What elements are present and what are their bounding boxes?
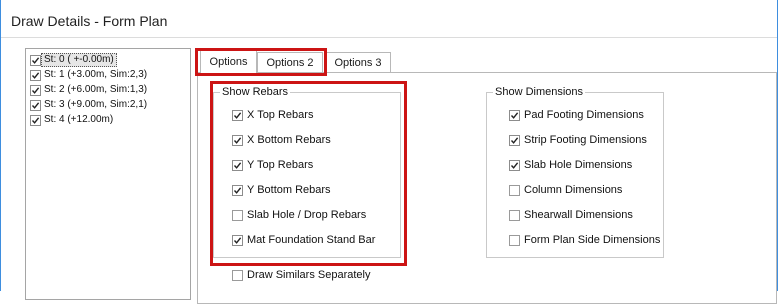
option-label: Form Plan Side Dimensions bbox=[524, 234, 661, 246]
checkbox-checked-icon[interactable] bbox=[232, 134, 243, 146]
checkbox-checked-icon[interactable] bbox=[232, 184, 243, 196]
tab-options-2[interactable]: Options 2 bbox=[257, 52, 323, 72]
option-y-bottom-rebars[interactable]: Y Bottom Rebars bbox=[232, 183, 331, 197]
checkbox-unchecked-icon[interactable] bbox=[509, 184, 520, 196]
story-label: St: 3 (+9.00m, Sim:2,1) bbox=[44, 99, 148, 110]
story-item[interactable]: St: 1 (+3.00m, Sim:2,3) bbox=[30, 68, 188, 82]
checkbox-unchecked-icon[interactable] bbox=[509, 234, 520, 246]
story-item[interactable]: St: 0 ( +-0.00m) bbox=[30, 53, 188, 67]
checkbox-unchecked-icon[interactable] bbox=[509, 209, 520, 221]
checkbox-checked-icon[interactable] bbox=[30, 99, 41, 111]
option-label: Draw Similars Separately bbox=[247, 269, 371, 281]
option-slab-hole-drop-rebars[interactable]: Slab Hole / Drop Rebars bbox=[232, 208, 366, 222]
checkbox-checked-icon[interactable] bbox=[30, 84, 41, 96]
story-item[interactable]: St: 3 (+9.00m, Sim:2,1) bbox=[30, 98, 188, 112]
story-label: St: 1 (+3.00m, Sim:2,3) bbox=[44, 69, 148, 80]
option-label: Slab Hole / Drop Rebars bbox=[247, 209, 367, 221]
checkbox-checked-icon[interactable] bbox=[232, 234, 243, 246]
option-label: X Bottom Rebars bbox=[247, 134, 331, 146]
story-label: St: 4 (+12.00m) bbox=[44, 114, 114, 125]
checkbox-unchecked-icon[interactable] bbox=[232, 209, 243, 221]
checkbox-checked-icon[interactable] bbox=[509, 134, 520, 146]
checkbox-checked-icon[interactable] bbox=[30, 54, 41, 66]
option-label: Column Dimensions bbox=[524, 184, 623, 196]
checkbox-checked-icon[interactable] bbox=[30, 69, 41, 81]
checkbox-checked-icon[interactable] bbox=[232, 109, 243, 121]
option-column-dimensions[interactable]: Column Dimensions bbox=[509, 183, 622, 197]
checkbox-unchecked-icon[interactable] bbox=[232, 269, 243, 281]
dialog-window: Draw Details - Form Plan St: 0 ( +-0.00m… bbox=[0, 0, 778, 304]
story-label: St: 0 ( +-0.00m) bbox=[41, 53, 117, 67]
option-label: Strip Footing Dimensions bbox=[524, 134, 647, 146]
checkbox-checked-icon[interactable] bbox=[509, 159, 520, 171]
story-label: St: 2 (+6.00m, Sim:1,3) bbox=[44, 84, 148, 95]
checkbox-checked-icon[interactable] bbox=[30, 114, 41, 126]
option-y-top-rebars[interactable]: Y Top Rebars bbox=[232, 158, 313, 172]
option-label: X Top Rebars bbox=[247, 109, 314, 121]
tab-options[interactable]: Options bbox=[200, 50, 257, 73]
option-label: Shearwall Dimensions bbox=[524, 209, 633, 221]
option-label: Pad Footing Dimensions bbox=[524, 109, 644, 121]
title-divider bbox=[1, 37, 777, 38]
story-list[interactable]: St: 0 ( +-0.00m) St: 1 (+3.00m, Sim:2,3)… bbox=[25, 48, 191, 300]
option-label: Mat Foundation Stand Bar bbox=[247, 234, 376, 246]
show-rebars-title: Show Rebars bbox=[220, 86, 291, 98]
option-x-bottom-rebars[interactable]: X Bottom Rebars bbox=[232, 133, 331, 147]
option-form-plan-side-dimensions[interactable]: Form Plan Side Dimensions bbox=[509, 233, 660, 247]
option-pad-footing-dimensions[interactable]: Pad Footing Dimensions bbox=[509, 108, 644, 122]
show-dimensions-title: Show Dimensions bbox=[493, 86, 586, 98]
option-label: Y Top Rebars bbox=[247, 159, 314, 171]
option-draw-similars-separately[interactable]: Draw Similars Separately bbox=[232, 268, 370, 282]
option-slab-hole-dimensions[interactable]: Slab Hole Dimensions bbox=[509, 158, 632, 172]
option-shearwall-dimensions[interactable]: Shearwall Dimensions bbox=[509, 208, 633, 222]
checkbox-checked-icon[interactable] bbox=[509, 109, 520, 121]
story-item[interactable]: St: 2 (+6.00m, Sim:1,3) bbox=[30, 83, 188, 97]
option-label: Slab Hole Dimensions bbox=[524, 159, 633, 171]
tab-options-3[interactable]: Options 3 bbox=[325, 52, 391, 72]
option-x-top-rebars[interactable]: X Top Rebars bbox=[232, 108, 313, 122]
option-strip-footing-dimensions[interactable]: Strip Footing Dimensions bbox=[509, 133, 647, 147]
option-label: Y Bottom Rebars bbox=[247, 184, 331, 196]
story-item[interactable]: St: 4 (+12.00m) bbox=[30, 113, 188, 127]
window-title: Draw Details - Form Plan bbox=[11, 13, 168, 29]
checkbox-checked-icon[interactable] bbox=[232, 159, 243, 171]
option-mat-foundation-stand-bar[interactable]: Mat Foundation Stand Bar bbox=[232, 233, 375, 247]
